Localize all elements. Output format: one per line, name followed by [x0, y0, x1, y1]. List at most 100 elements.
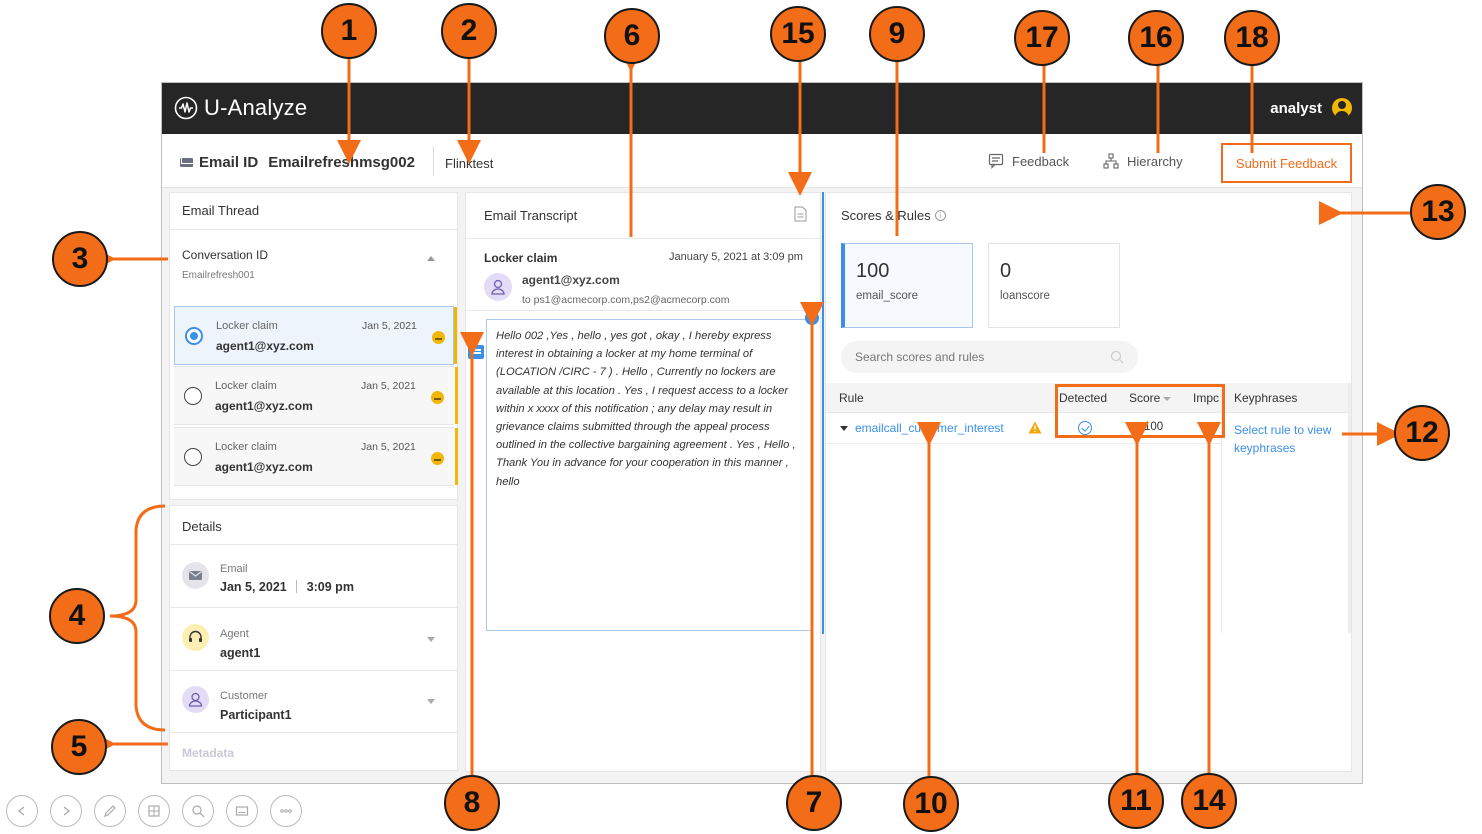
callout-9: 9 — [869, 6, 925, 62]
thread-item-sender: agent1@xyz.com — [216, 339, 314, 353]
radio-icon[interactable] — [184, 387, 202, 405]
prev-icon[interactable] — [6, 795, 38, 827]
transcript-date: January 5, 2021 at 3:09 pm — [669, 251, 803, 263]
thread-item[interactable]: Locker claim Jan 5, 2021 agent1@xyz.com — [174, 366, 458, 425]
user-avatar-icon[interactable] — [1332, 98, 1352, 118]
submit-feedback-button[interactable]: Submit Feedback — [1221, 143, 1352, 183]
score-name: loanscore — [1000, 290, 1050, 302]
callout-10: 10 — [903, 776, 959, 832]
score-card-loanscore[interactable]: 0 loanscore — [988, 243, 1120, 328]
thread-item-subject: Locker claim — [216, 320, 278, 332]
scores-rules-panel: Scores & Rules i 100 email_score 0 loans… — [825, 192, 1352, 772]
score-name: email_score — [856, 290, 918, 302]
info-icon[interactable]: i — [934, 210, 946, 221]
divider — [466, 238, 820, 239]
pen-icon[interactable] — [94, 795, 126, 827]
email-id-value: Emailrefreshmsg002 — [268, 154, 415, 171]
customer-value: Participant1 — [220, 708, 292, 722]
thread-item-sender: agent1@xyz.com — [215, 399, 313, 413]
thread-item-date: Jan 5, 2021 — [362, 320, 417, 332]
email-date: Jan 5, 2021 — [220, 580, 287, 594]
waveform-logo-icon — [174, 96, 198, 120]
neutral-sentiment-icon — [432, 331, 445, 344]
slides-icon[interactable] — [138, 795, 170, 827]
chevron-down-icon[interactable] — [427, 699, 435, 704]
bracket-4 — [109, 504, 166, 732]
email-label: Email — [220, 563, 248, 575]
next-icon[interactable] — [50, 795, 82, 827]
feedback-icon — [988, 153, 1004, 169]
callout-1: 1 — [321, 3, 377, 59]
callout-16: 16 — [1128, 10, 1184, 66]
more-icon[interactable] — [270, 795, 302, 827]
callout-3: 3 — [52, 231, 108, 287]
callout-17: 17 — [1014, 10, 1070, 66]
keyphrases-hint[interactable]: Select rule to view keyphrases — [1234, 421, 1349, 457]
scrollbar[interactable] — [1348, 383, 1351, 633]
transcript-body: Hello 002 ,Yes , hello , yes got , okay … — [486, 319, 813, 631]
neutral-sentiment-icon — [431, 452, 444, 465]
envelope-icon — [180, 158, 193, 167]
thread-item-sender: agent1@xyz.com — [215, 460, 313, 474]
transcript-subject: Locker claim — [484, 251, 558, 265]
settings-icon[interactable] — [1323, 207, 1337, 221]
details-title: Details — [182, 519, 222, 534]
thread-item[interactable]: Locker claim Jan 5, 2021 agent1@xyz.com — [174, 427, 458, 486]
zoom-icon[interactable] — [182, 795, 214, 827]
callout-18: 18 — [1224, 10, 1280, 66]
email-transcript-panel: Email Transcript Locker claim January 5,… — [465, 192, 821, 772]
neutral-sentiment-icon — [431, 391, 444, 404]
divider — [170, 229, 457, 230]
chevron-down-icon[interactable] — [427, 637, 435, 642]
thread-item-date: Jan 5, 2021 — [361, 380, 416, 392]
expand-rule-icon[interactable] — [840, 426, 848, 431]
search-scores-input[interactable] — [855, 341, 1095, 373]
feedback-button[interactable]: Feedback — [988, 153, 1069, 169]
callout-6: 6 — [604, 8, 660, 64]
logo[interactable]: U-Analyze — [174, 95, 307, 121]
thread-item[interactable]: Locker claim Jan 5, 2021 agent1@xyz.com — [174, 306, 457, 365]
callout-13: 13 — [1410, 184, 1466, 240]
callout-14: 14 — [1181, 773, 1237, 829]
top-bar: U-Analyze analyst — [162, 83, 1362, 134]
add-annotation-icon[interactable]: + — [805, 311, 819, 325]
comment-icon[interactable] — [468, 345, 484, 359]
thread-item-subject: Locker claim — [215, 441, 277, 453]
radio-selected-icon[interactable] — [185, 327, 203, 345]
divider — [433, 146, 434, 176]
sentiment-bar — [455, 367, 458, 424]
score-card-email-score[interactable]: 100 email_score — [841, 243, 973, 328]
score-value: 100 — [856, 260, 890, 282]
feedback-label: Feedback — [1012, 153, 1070, 169]
sub-header: Email ID Emailrefreshmsg002 Flinktest Fe… — [162, 134, 1362, 188]
divider — [170, 732, 457, 733]
chevron-up-icon[interactable] — [427, 256, 435, 261]
agent-headset-icon — [182, 624, 209, 651]
hierarchy-label: Hierarchy — [1127, 153, 1183, 169]
radio-icon[interactable] — [184, 448, 202, 466]
callout-11: 11 — [1108, 773, 1164, 829]
scores-rules-label: Scores & Rules — [841, 208, 931, 223]
metadata-label[interactable]: Metadata — [182, 746, 234, 760]
panel-splitter[interactable] — [822, 192, 824, 634]
scores-rules-title: Scores & Rules i — [841, 208, 946, 223]
col-rule[interactable]: Rule — [839, 391, 864, 405]
conversation-id-label: Conversation ID — [182, 248, 269, 262]
callout-15: 15 — [770, 6, 826, 62]
sentiment-bar — [454, 307, 457, 364]
email-id-label: Email ID — [199, 154, 259, 171]
hierarchy-button[interactable]: Hierarchy — [1103, 153, 1183, 169]
customer-label: Customer — [220, 690, 268, 702]
logo-text: U-Analyze — [204, 95, 308, 120]
subtitles-icon[interactable] — [226, 795, 258, 827]
callout-8: 8 — [444, 775, 500, 831]
document-icon[interactable] — [794, 206, 807, 222]
rule-name-link[interactable]: emailcall_customer_interest — [855, 421, 1004, 435]
search-icon[interactable] — [1110, 350, 1124, 364]
user-menu[interactable]: analyst — [1270, 98, 1352, 118]
hierarchy-icon — [1103, 153, 1119, 169]
tenant-name: Flinktest — [445, 156, 494, 171]
highlight-box — [1055, 384, 1225, 438]
warning-icon — [1028, 421, 1042, 434]
col-keyphrases: Keyphrases — [1234, 391, 1298, 405]
